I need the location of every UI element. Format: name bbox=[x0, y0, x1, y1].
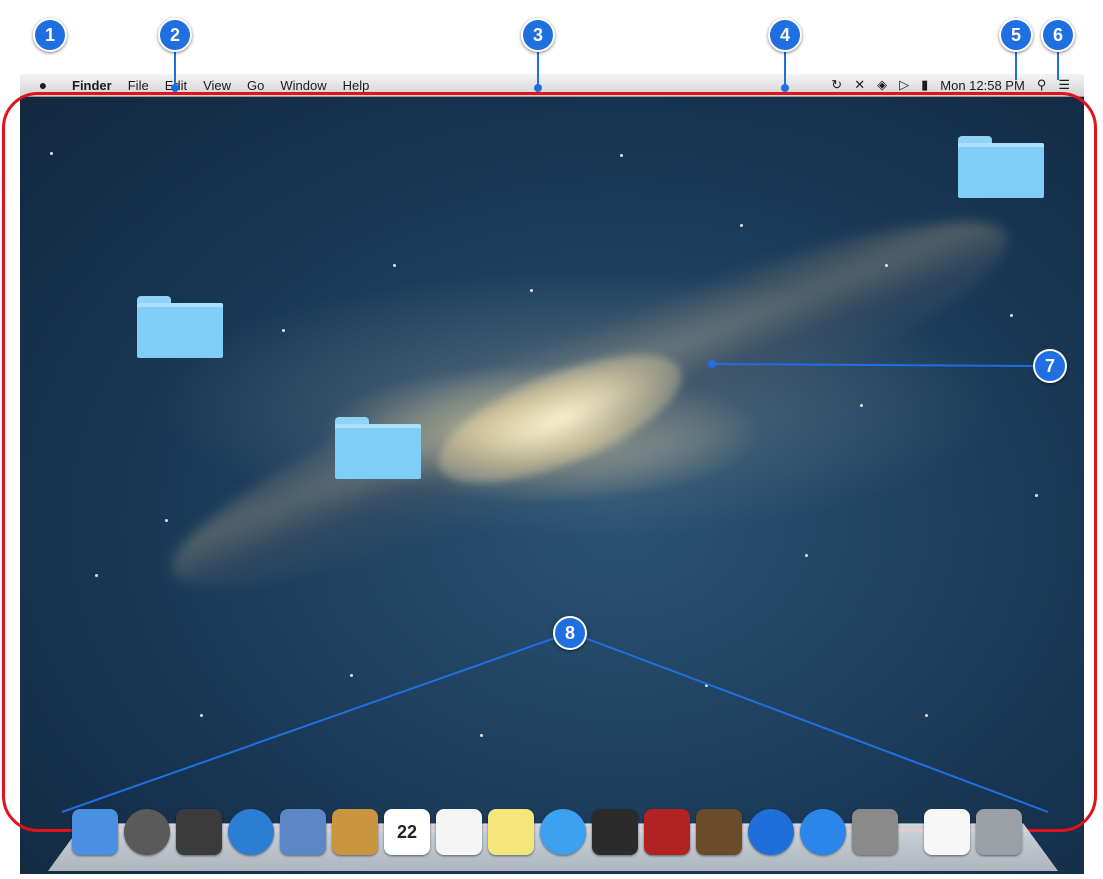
star bbox=[393, 264, 396, 267]
facetime-icon[interactable] bbox=[592, 809, 638, 855]
reminders-icon[interactable] bbox=[436, 809, 482, 855]
photo-booth-icon[interactable] bbox=[644, 809, 690, 855]
volume-icon[interactable]: ▷ bbox=[899, 77, 909, 93]
menu-view[interactable]: View bbox=[195, 78, 239, 93]
system-preferences-icon[interactable] bbox=[852, 809, 898, 855]
messages-icon[interactable] bbox=[540, 809, 586, 855]
callout-1: 1 bbox=[33, 18, 67, 52]
trash-icon[interactable] bbox=[976, 809, 1022, 855]
star bbox=[885, 264, 888, 267]
safari-icon[interactable] bbox=[228, 809, 274, 855]
notification-center-icon[interactable]: ☰ bbox=[1058, 77, 1070, 93]
star bbox=[925, 714, 928, 717]
launchpad-icon[interactable] bbox=[124, 809, 170, 855]
star bbox=[860, 404, 863, 407]
document-icon[interactable] bbox=[924, 809, 970, 855]
star bbox=[1035, 494, 1038, 497]
callout-6: 6 bbox=[1041, 18, 1075, 52]
callout-7: 7 bbox=[1033, 349, 1067, 383]
star bbox=[705, 684, 708, 687]
star bbox=[350, 674, 353, 677]
clock-text[interactable]: Mon 12:58 PM bbox=[940, 78, 1025, 93]
folder-icon[interactable] bbox=[137, 296, 223, 358]
apple-icon[interactable]: ● bbox=[32, 77, 54, 93]
app-store-icon[interactable] bbox=[800, 809, 846, 855]
star bbox=[740, 224, 743, 227]
battery-icon[interactable]: ▮ bbox=[921, 77, 928, 93]
callout-2: 2 bbox=[158, 18, 192, 52]
finder-icon[interactable] bbox=[72, 809, 118, 855]
mail-icon[interactable] bbox=[280, 809, 326, 855]
star bbox=[480, 734, 483, 737]
folder-icon[interactable] bbox=[958, 136, 1044, 198]
callout-3: 3 bbox=[521, 18, 555, 52]
menu-edit[interactable]: Edit bbox=[157, 78, 195, 93]
menu-go[interactable]: Go bbox=[239, 78, 272, 93]
star bbox=[530, 289, 533, 292]
itunes-icon[interactable] bbox=[748, 809, 794, 855]
iphoto-icon[interactable] bbox=[696, 809, 742, 855]
menu-finder[interactable]: Finder bbox=[64, 78, 120, 93]
contacts-icon[interactable] bbox=[332, 809, 378, 855]
notes-icon[interactable] bbox=[488, 809, 534, 855]
star bbox=[200, 714, 203, 717]
menu-bar: ● Finder File Edit View Go Window Help ↻… bbox=[20, 74, 1084, 97]
calendar-icon[interactable]: 22 bbox=[384, 809, 430, 855]
mission-control-icon[interactable] bbox=[176, 809, 222, 855]
menu-file[interactable]: File bbox=[120, 78, 157, 93]
desktop-wallpaper[interactable] bbox=[20, 74, 1084, 874]
callout-4: 4 bbox=[768, 18, 802, 52]
bluetooth-icon[interactable]: ✕ bbox=[854, 77, 865, 93]
menu-window[interactable]: Window bbox=[272, 78, 334, 93]
time-machine-icon[interactable]: ↻ bbox=[831, 77, 842, 93]
callout-8: 8 bbox=[553, 616, 587, 650]
calendar-date: 22 bbox=[396, 821, 418, 842]
folder-icon[interactable] bbox=[335, 417, 421, 479]
star bbox=[620, 154, 623, 157]
menu-help[interactable]: Help bbox=[335, 78, 378, 93]
wifi-icon[interactable]: ◈ bbox=[877, 77, 887, 93]
spotlight-search-icon[interactable]: ⚲ bbox=[1037, 77, 1047, 93]
star bbox=[1010, 314, 1013, 317]
callout-5: 5 bbox=[999, 18, 1033, 52]
star bbox=[165, 519, 168, 522]
dock: 22 bbox=[72, 806, 1052, 858]
star bbox=[282, 329, 285, 332]
star bbox=[95, 574, 98, 577]
star bbox=[50, 152, 53, 155]
star bbox=[805, 554, 808, 557]
